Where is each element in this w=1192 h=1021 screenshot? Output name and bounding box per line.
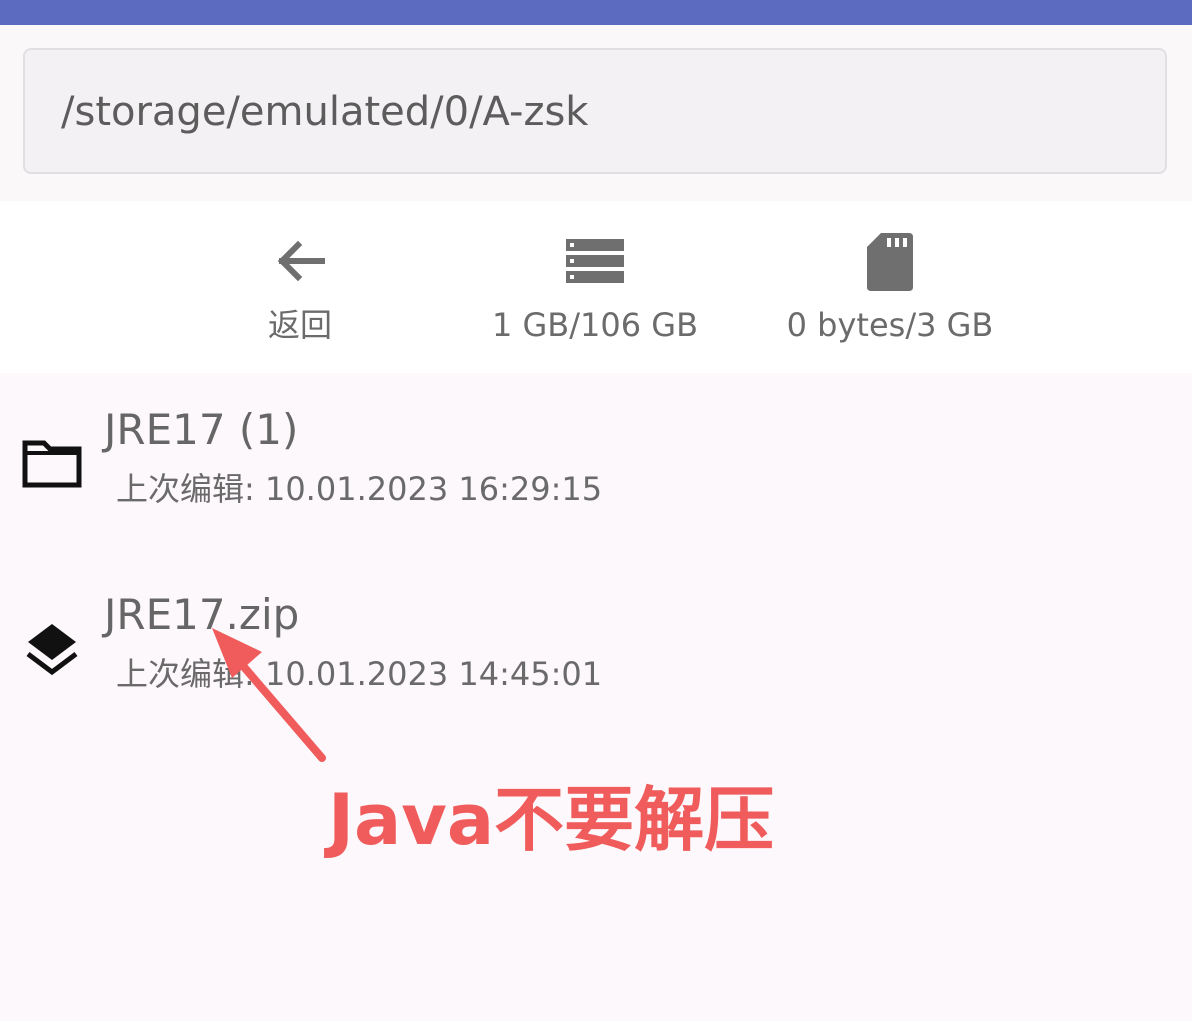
path-input[interactable]: /storage/emulated/0/A-zsk — [23, 48, 1167, 174]
list-item[interactable]: JRE17 (1) 上次编辑: 10.01.2023 16:29:15 — [0, 393, 1192, 563]
sd-card-icon — [865, 231, 915, 297]
list-item[interactable]: JRE17.zip 上次编辑: 10.01.2023 14:45:01 — [0, 578, 1192, 748]
internal-storage-button[interactable]: 1 GB/106 GB — [480, 201, 710, 373]
archive-layers-icon — [22, 620, 82, 684]
arrow-left-icon — [270, 231, 330, 295]
file-name: JRE17.zip — [104, 590, 300, 639]
storage-icon — [564, 231, 626, 295]
internal-storage-label: 1 GB/106 GB — [491, 306, 699, 344]
path-area: /storage/emulated/0/A-zsk — [0, 25, 1192, 201]
file-modified-date: 上次编辑: 10.01.2023 16:29:15 — [116, 470, 603, 508]
file-list: JRE17 (1) 上次编辑: 10.01.2023 16:29:15 JRE1… — [0, 373, 1192, 1021]
app-top-bar — [0, 0, 1192, 25]
sd-card-button[interactable]: 0 bytes/3 GB — [770, 201, 1010, 373]
back-button[interactable]: 返回 — [220, 201, 380, 373]
file-modified-date: 上次编辑: 10.01.2023 14:45:01 — [116, 655, 603, 693]
sd-card-label: 0 bytes/3 GB — [786, 306, 994, 344]
annotation-text: Java不要解压 — [328, 779, 775, 861]
toolbar: 返回 1 GB/106 GB 0 bytes/3 GB — [0, 201, 1192, 373]
folder-icon — [22, 437, 82, 493]
file-name: JRE17 (1) — [104, 405, 299, 454]
path-text: /storage/emulated/0/A-zsk — [61, 89, 589, 135]
back-label: 返回 — [267, 306, 332, 344]
